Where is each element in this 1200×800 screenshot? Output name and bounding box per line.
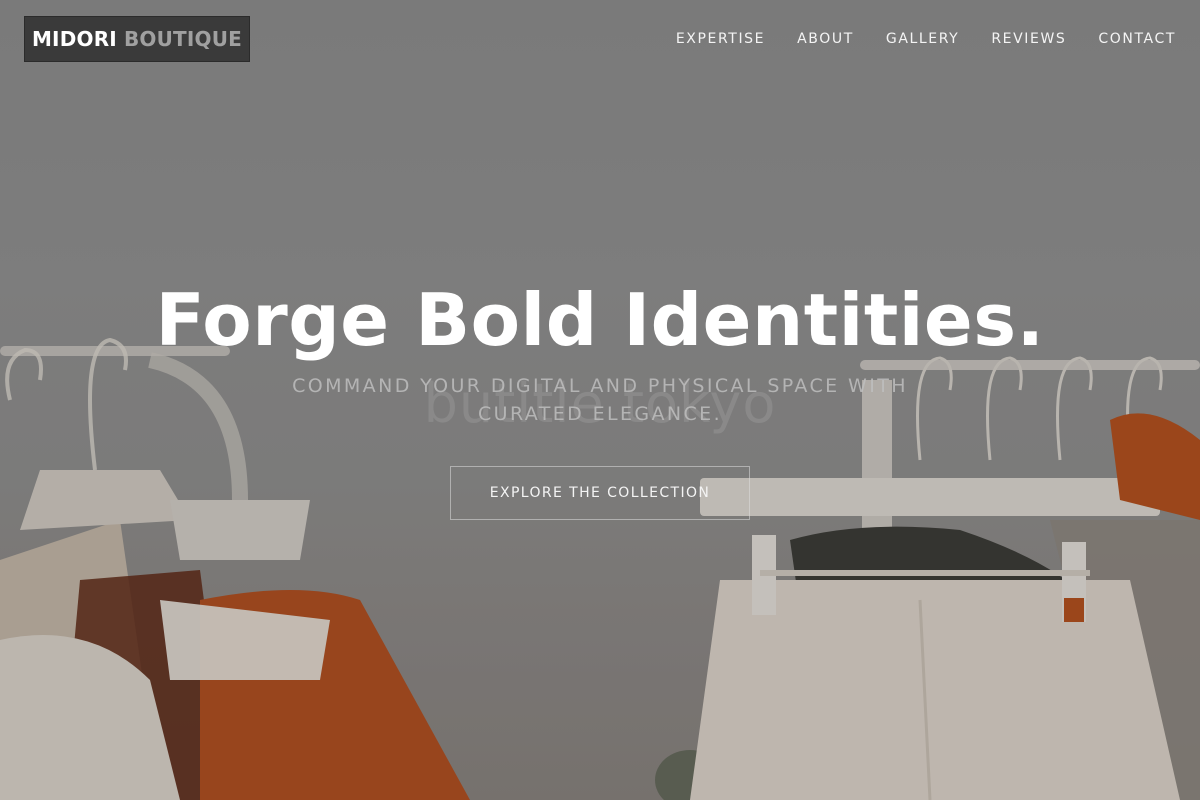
nav-menu: EXPERTISE ABOUT GALLERY REVIEWS CONTACT xyxy=(676,28,1176,50)
brand-logo[interactable]: MIDORI BOUTIQUE xyxy=(24,16,250,62)
explore-collection-button[interactable]: EXPLORE THE COLLECTION xyxy=(450,466,750,520)
nav-item-about: ABOUT xyxy=(797,28,854,50)
nav-link-reviews[interactable]: REVIEWS xyxy=(991,28,1066,50)
navbar: MIDORI BOUTIQUE EXPERTISE ABOUT GALLERY … xyxy=(0,0,1200,80)
hero-title: Forge Bold Identities. xyxy=(155,278,1045,362)
nav-item-expertise: EXPERTISE xyxy=(676,28,765,50)
nav-item-contact: CONTACT xyxy=(1098,28,1176,50)
nav-link-gallery[interactable]: GALLERY xyxy=(886,28,959,50)
nav-link-contact[interactable]: CONTACT xyxy=(1098,28,1176,50)
nav-item-reviews: REVIEWS xyxy=(991,28,1066,50)
brand-name-main: MIDORI xyxy=(31,27,117,51)
nav-link-expertise[interactable]: EXPERTISE xyxy=(676,28,765,50)
hero-subtitle: COMMAND YOUR DIGITAL AND PHYSICAL SPACE … xyxy=(292,375,908,425)
nav-link-about[interactable]: ABOUT xyxy=(797,28,854,50)
nav-item-gallery: GALLERY xyxy=(886,28,959,50)
brand-name-sub: BOUTIQUE xyxy=(123,27,243,51)
hero-section: Forge Bold Identities. COMMAND YOUR DIGI… xyxy=(0,270,1200,520)
